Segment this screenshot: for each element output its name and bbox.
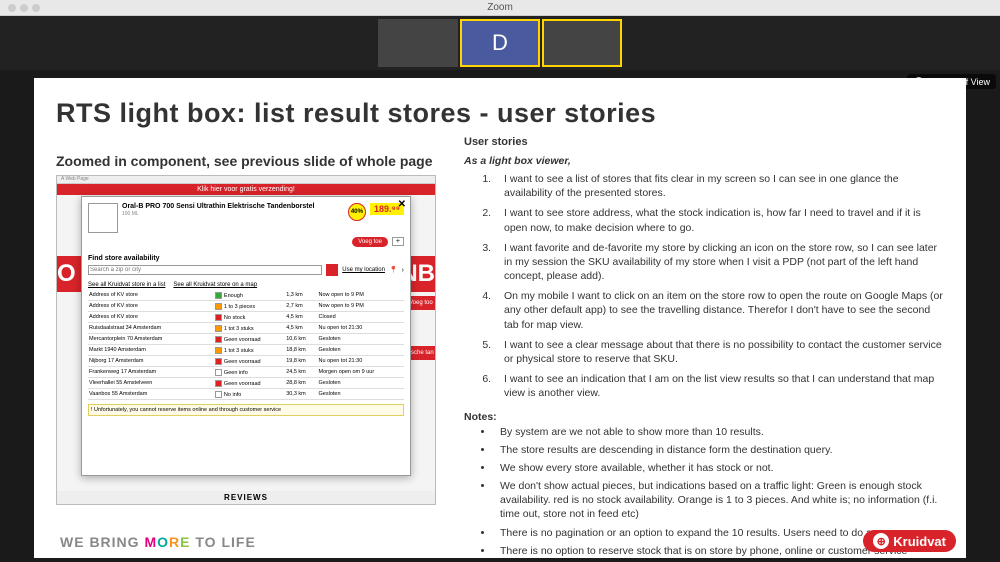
- user-story-item: I want to see an indication that I am on…: [494, 372, 944, 400]
- product-header: Oral-B PRO 700 Sensi Ultrathin Elektrisc…: [88, 203, 404, 233]
- find-store-title: Find store availability: [88, 255, 404, 262]
- store-results-table: Address of KV store Enough1,3 kmNow open…: [88, 290, 404, 400]
- brand-logo-icon: ⊕: [873, 533, 889, 549]
- table-row[interactable]: Mercantorplein 70 Amsterdam Geen voorraa…: [88, 334, 404, 345]
- note-item: We don't show actual pieces, but indicat…: [494, 479, 944, 522]
- traffic-lights[interactable]: [8, 4, 40, 12]
- table-row[interactable]: Address of KV store Enough1,3 kmNow open…: [88, 290, 404, 301]
- table-row[interactable]: Vleerhallei 55 Amstelveen Geen voorraad2…: [88, 378, 404, 389]
- tab-map[interactable]: See all Kruidvat store on a map: [173, 282, 257, 288]
- note-item: The store results are descending in dist…: [494, 443, 944, 457]
- use-location-link[interactable]: Use my location: [342, 267, 385, 273]
- lightbox-mock: A Web Page Klik hier voor gratis verzend…: [56, 175, 436, 505]
- table-row[interactable]: Address of KV store 1 to 3 pieces2,7 kmN…: [88, 301, 404, 312]
- slide-subhead: Zoomed in component, see previous slide …: [56, 153, 456, 169]
- reserve-warning: ! Unfortunately, you cannot reserve item…: [88, 404, 404, 416]
- table-row[interactable]: Frankenweg 17 Amsterdam Geen info24,5 km…: [88, 367, 404, 378]
- store-availability-modal: ✕ Oral-B PRO 700 Sensi Ultrathin Elektri…: [81, 196, 411, 476]
- user-story-item: I want to see a list of stores that fits…: [494, 172, 944, 200]
- product-sub: 100 ML: [122, 211, 344, 217]
- chevron-right-icon: ›: [402, 267, 404, 274]
- user-story-item: I want to see a clear message about that…: [494, 338, 944, 366]
- add-button[interactable]: Voeg toe: [352, 237, 388, 247]
- brand-logo: ⊕ Kruidvat: [863, 530, 956, 552]
- close-icon[interactable]: ✕: [398, 199, 406, 210]
- participant-video-2[interactable]: [542, 19, 622, 67]
- table-row[interactable]: Ruisdaalstraat 34 Amsterdam 1 tot 3 stuk…: [88, 323, 404, 334]
- store-search-input[interactable]: [88, 265, 322, 275]
- table-row[interactable]: Vaanbos 55 Amsterdam No info30,3 kmGeslo…: [88, 389, 404, 400]
- reviews-section-label: REVIEWS: [57, 491, 435, 504]
- participant-avatar[interactable]: D: [460, 19, 540, 67]
- user-story-item: On my mobile I want to click on an item …: [494, 289, 944, 332]
- user-stories-heading: User stories: [464, 135, 944, 150]
- user-story-item: I want to see store address, what the st…: [494, 206, 944, 234]
- table-row[interactable]: Address of KV store No stock4,5 kmClosed: [88, 312, 404, 323]
- notes-heading: Notes:: [464, 410, 944, 424]
- participant-video-1[interactable]: [378, 19, 458, 67]
- discount-badge: 40%: [348, 203, 366, 221]
- presentation-slide: RTS light box: list result stores - user…: [34, 78, 966, 558]
- promo-banner: Klik hier voor gratis verzending!: [57, 184, 435, 195]
- user-story-item: I want favorite and de-favorite my store…: [494, 241, 944, 284]
- tab-list[interactable]: See all Kruidvat store in a list: [88, 282, 165, 288]
- note-item: By system are we not able to show more t…: [494, 425, 944, 439]
- user-stories-column: User stories As a light box viewer, I wa…: [464, 135, 944, 558]
- product-title: Oral-B PRO 700 Sensi Ultrathin Elektrisc…: [122, 203, 344, 211]
- slide-title: RTS light box: list result stores - user…: [56, 98, 944, 129]
- zoom-video-strip: D: [0, 16, 1000, 70]
- note-item: We show every store available, whether i…: [494, 461, 944, 475]
- location-icon: 📍: [389, 266, 398, 274]
- plus-icon[interactable]: +: [392, 237, 404, 246]
- table-row[interactable]: Markt 1940 Amsterdam 1 tot 3 stuks18,8 k…: [88, 345, 404, 356]
- table-row[interactable]: Nijborg 17 Amsterdam Geen voorraad19,8 k…: [88, 356, 404, 367]
- product-thumb: [88, 203, 118, 233]
- voeg-toe-side: Voeg too: [407, 296, 436, 310]
- brand-tagline: WE BRING MORE TO LIFE: [60, 534, 256, 550]
- persona-line: As a light box viewer,: [464, 154, 944, 168]
- browser-chrome-mock: A Web Page: [57, 176, 435, 184]
- window-title-bar: Zoom: [0, 0, 1000, 16]
- user-stories-list: I want to see a list of stores that fits…: [464, 172, 944, 400]
- search-icon[interactable]: [326, 264, 338, 276]
- app-title: Zoom: [487, 2, 513, 13]
